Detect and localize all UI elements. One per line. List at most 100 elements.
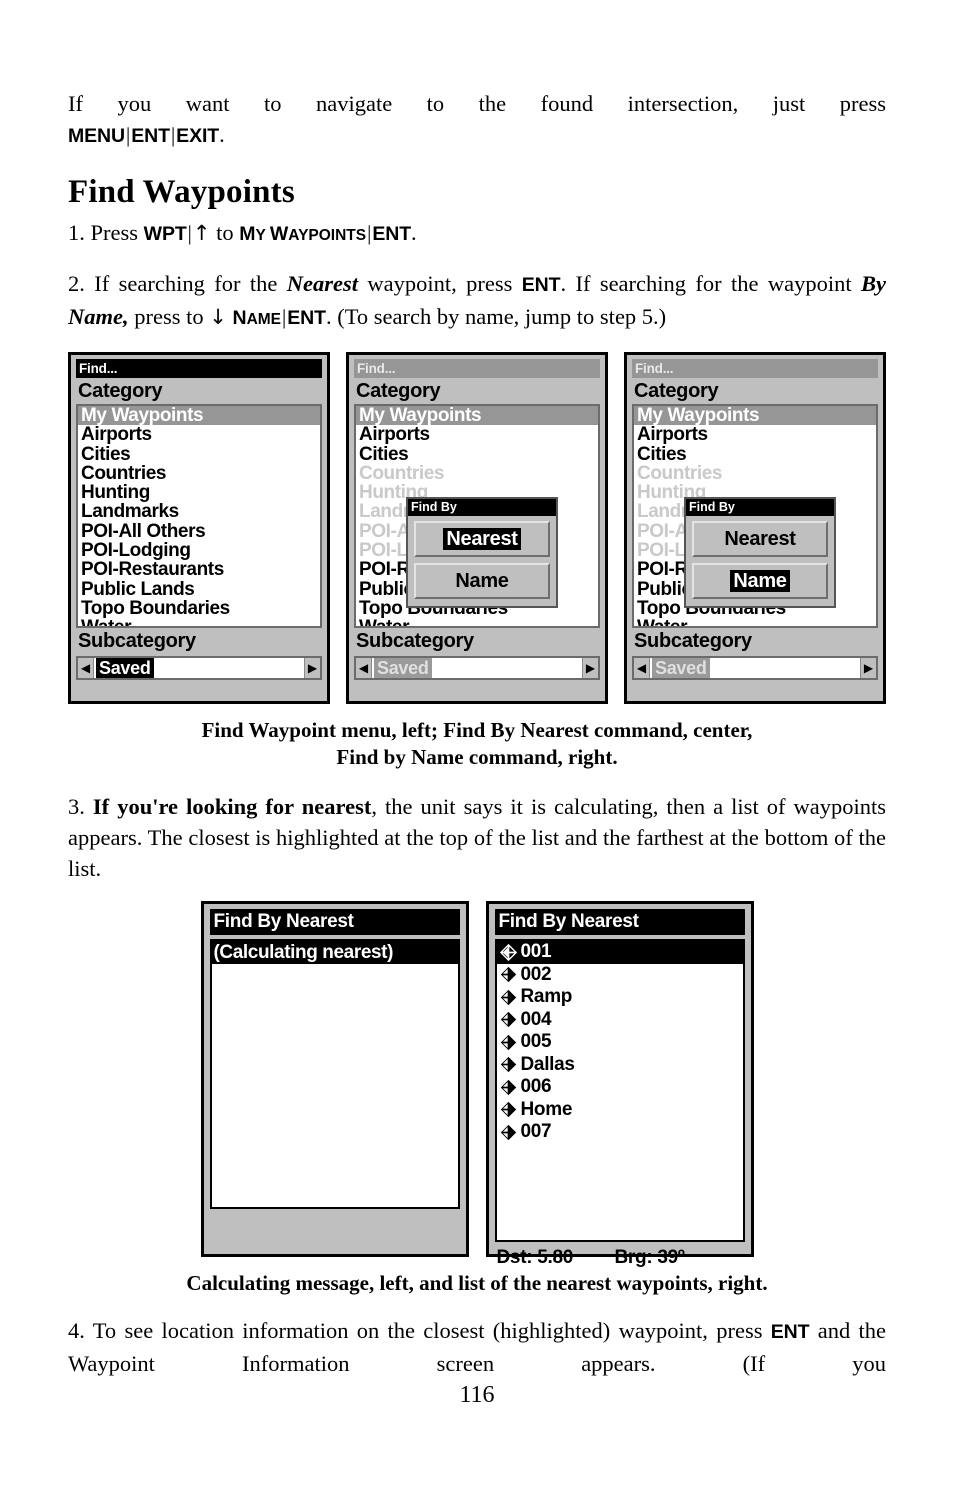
waypoint-row[interactable]: 001 (496, 941, 743, 964)
step-1-to: to (216, 220, 234, 245)
subcategory-label-right: Subcategory (634, 630, 752, 652)
caption-1-line-2: Find by Name command, right. (336, 745, 618, 769)
category-item-water[interactable]: Water (78, 618, 320, 626)
category-item-poi-all-others[interactable]: POI-All Others (78, 521, 320, 541)
key-menu: MENU (68, 125, 126, 147)
find-by-nearest-button[interactable]: Nearest (692, 521, 828, 557)
find-by-name-button[interactable]: Name (414, 563, 550, 599)
waypoint-row[interactable]: 007 (497, 1121, 743, 1144)
waypoint-diamond-icon (500, 1012, 516, 1028)
caption-1-line-1: Find Waypoint menu, left; Find By Neares… (201, 718, 753, 742)
figure-caption-1: Find Waypoint menu, left; Find By Neares… (68, 717, 886, 771)
chevron-right-icon[interactable]: ▶ (304, 658, 320, 678)
chevron-left-icon[interactable]: ◀ (634, 658, 650, 678)
name-cap: N (232, 307, 247, 329)
mw-rest: Y (255, 227, 270, 244)
menu-name: NAME (232, 307, 281, 329)
figure-caption-2: Calculating message, left, and list of t… (186, 1271, 768, 1295)
waypoint-row[interactable]: Ramp (497, 986, 743, 1009)
category-item-poi-restaurants[interactable]: POI-Restaurants (78, 560, 320, 580)
waypoint-row[interactable]: Dallas (497, 1054, 743, 1077)
waypoint-row[interactable]: Home (497, 1099, 743, 1122)
arrow-up-icon: ↑ (192, 221, 211, 245)
waypoint-diamond-icon (499, 943, 517, 961)
find-by-dialog-right[interactable]: Find By Nearest Name (684, 497, 836, 608)
nearest-titlebar-left: Find By Nearest (209, 909, 460, 935)
step-2-t2: waypoint, press (357, 271, 522, 296)
chevron-left-icon[interactable]: ◀ (78, 658, 94, 678)
find-by-name-button[interactable]: Name (692, 563, 828, 599)
chevron-left-icon[interactable]: ◀ (356, 658, 372, 678)
key-ent-4: ENT (287, 307, 326, 329)
waypoint-label: 005 (520, 1031, 552, 1052)
category-item-cities[interactable]: Cities (634, 444, 876, 464)
figure-row-find-screens: Find... Category My Waypoints Airports C… (68, 352, 886, 704)
key-exit: EXIT (176, 125, 220, 147)
find-by-title-center: Find By (408, 499, 556, 516)
subcategory-value-center: Saved (374, 658, 432, 678)
category-item-my-waypoints[interactable]: My Waypoints (634, 406, 876, 425)
category-item-landmarks[interactable]: Landmarks (78, 502, 320, 522)
category-item-poi-lodging[interactable]: POI-Lodging (78, 541, 320, 561)
find-titlebar-right: Find... (632, 359, 878, 378)
waypoint-row[interactable]: 002 (497, 964, 743, 987)
waypoint-row[interactable]: 005 (497, 1031, 743, 1054)
waypoint-row[interactable]: 006 (497, 1076, 743, 1099)
category-item-topo-boundaries[interactable]: Topo Boundaries (78, 599, 320, 619)
category-item-public-lands[interactable]: Public Lands (78, 579, 320, 599)
find-screen-right[interactable]: Find... Category My Waypoints Airports C… (624, 352, 886, 704)
nearest-screen-list[interactable]: Find By Nearest 001 002 Ramp 004 005 Dal… (485, 901, 754, 1268)
step-3-bold: If you're looking for nearest (92, 794, 372, 819)
subcategory-selector-center[interactable]: ◀ Saved ▶ (354, 656, 600, 680)
waypoint-label: 001 (520, 941, 552, 962)
category-item-countries[interactable]: Countries (78, 464, 320, 484)
waypoint-label: 007 (520, 1121, 552, 1142)
category-item-my-waypoints[interactable]: My Waypoints (78, 406, 320, 425)
waypoint-diamond-icon (500, 1102, 516, 1118)
find-by-nearest-label: Nearest (724, 528, 796, 550)
subcategory-selector-left[interactable]: ◀ Saved ▶ (76, 656, 322, 680)
category-item-cities[interactable]: Cities (78, 444, 320, 464)
step-2-t4: press to (128, 304, 210, 329)
step-1-paragraph: 1. Press WPT|↑ to MY WAYPOINTS|ENT. (68, 217, 886, 251)
find-by-dialog-center[interactable]: Find By Nearest Name (406, 497, 558, 608)
find-screen-center[interactable]: Find... Category My Waypoints Airports C… (346, 352, 608, 704)
waypoint-row[interactable]: 004 (497, 1009, 743, 1032)
find-by-buttons-center: Nearest Name (408, 516, 556, 606)
category-item-airports[interactable]: Airports (634, 425, 876, 445)
nearest-screen-calculating[interactable]: Find By Nearest (Calculating nearest) (200, 901, 469, 1257)
category-item-countries[interactable]: Countries (356, 464, 598, 484)
category-item-airports[interactable]: Airports (78, 425, 320, 445)
category-item-countries[interactable]: Countries (634, 464, 876, 484)
category-list-left[interactable]: My Waypoints Airports Cities Countries H… (76, 404, 322, 628)
waypoint-label: Home (520, 1098, 573, 1120)
find-by-nearest-button[interactable]: Nearest (414, 521, 550, 557)
category-item-hunting[interactable]: Hunting (78, 483, 320, 503)
key-ent-3: ENT (521, 274, 561, 296)
category-list-right[interactable]: My Waypoints Airports Cities Countries H… (632, 404, 878, 628)
nearest-waypoint-list[interactable]: 001 002 Ramp 004 005 Dallas 006 Home 007 (494, 939, 745, 1242)
nearest-list-calculating: (Calculating nearest) (209, 939, 460, 1209)
find-by-buttons-right: Nearest Name (686, 516, 834, 606)
step-2-t5: . (To search by name, jump to step 5.) (325, 304, 667, 329)
find-screen-left[interactable]: Find... Category My Waypoints Airports C… (68, 352, 330, 704)
waypoint-diamond-icon (500, 1124, 516, 1140)
category-list-center[interactable]: My Waypoints Airports Cities Countries H… (354, 404, 600, 628)
chevron-right-icon[interactable]: ▶ (582, 658, 598, 678)
category-item-my-waypoints[interactable]: My Waypoints (356, 406, 598, 425)
intro-period: . (219, 122, 225, 147)
wp-cap: W (269, 223, 289, 245)
subcategory-value-wrap-center: Saved (372, 658, 582, 678)
chevron-right-icon[interactable]: ▶ (860, 658, 876, 678)
distance-value: Dst: 5.80 (496, 1247, 574, 1268)
find-titlebar-left: Find... (76, 359, 322, 378)
category-item-water[interactable]: Water (356, 618, 598, 626)
category-item-cities[interactable]: Cities (356, 444, 598, 464)
intro-paragraph: If you want to navigate to the found int… (68, 88, 886, 152)
mw-cap: M (239, 223, 256, 245)
category-item-water[interactable]: Water (634, 618, 876, 626)
find-titlebar-center: Find... (354, 359, 600, 378)
category-item-airports[interactable]: Airports (356, 425, 598, 445)
key-wpt: WPT (143, 223, 187, 245)
subcategory-selector-right[interactable]: ◀ Saved ▶ (632, 656, 878, 680)
